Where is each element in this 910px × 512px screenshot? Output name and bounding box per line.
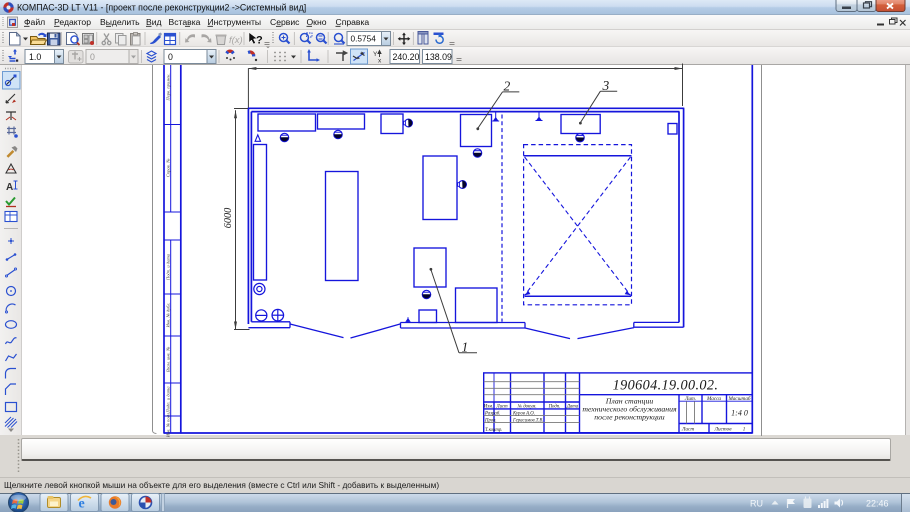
svg-text:Куров А.О.: Куров А.О. [512, 412, 535, 417]
svg-text:1:4 0: 1:4 0 [731, 409, 748, 418]
svg-text:Взам. инв. №: Взам. инв. № [165, 346, 170, 372]
svg-text:Вид: Вид [146, 17, 162, 27]
svg-text:190604.19.00.02.: 190604.19.00.02. [613, 378, 719, 394]
svg-text:Инв. № подл.: Инв. № подл. [165, 412, 170, 438]
svg-text:КОМПАС-3D LT V11 - [проект пос: КОМПАС-3D LT V11 - [проект после реконст… [17, 3, 306, 13]
svg-text:Пров.: Пров. [484, 418, 497, 423]
svg-text:0: 0 [168, 52, 173, 62]
svg-text:6000: 6000 [223, 208, 234, 228]
svg-text:1: 1 [462, 339, 469, 354]
svg-text:Инструменты: Инструменты [208, 17, 262, 27]
svg-text:Лист: Лист [495, 405, 508, 410]
svg-text:Масштаб: Масштаб [727, 395, 750, 402]
svg-text:Файл: Файл [24, 17, 45, 27]
svg-text:22:46: 22:46 [866, 499, 889, 509]
svg-text:Разраб.: Разраб. [484, 412, 500, 417]
svg-text:Окно: Окно [307, 17, 327, 27]
svg-text:Герасимов.Т.В.: Герасимов.Т.В. [512, 418, 543, 423]
svg-text:Масса: Масса [706, 396, 721, 402]
svg-text:Сервис: Сервис [270, 17, 300, 27]
svg-text:RU: RU [750, 499, 763, 509]
svg-text:0: 0 [90, 52, 95, 62]
svg-text:Подп. и дата: Подп. и дата [165, 253, 170, 281]
svg-text:Подп.: Подп. [548, 405, 561, 410]
svg-text:Справка: Справка [336, 17, 370, 27]
svg-text:Дата: Дата [566, 405, 579, 410]
svg-text:после реконструкции: после реконструкции [594, 413, 665, 422]
svg-text:№ докум.: № докум. [516, 404, 536, 410]
svg-text:Редактор: Редактор [54, 17, 91, 27]
svg-text:Инв. № дубл.: Инв. № дубл. [165, 302, 170, 328]
svg-text:Вставка: Вставка [169, 17, 201, 27]
svg-text:Лист: Лист [681, 427, 694, 433]
svg-text:Изм.: Изм. [483, 405, 493, 410]
svg-text:138.09: 138.09 [425, 52, 452, 62]
svg-text:Т.контр.: Т.контр. [485, 428, 502, 433]
svg-text:Подп. и дата: Подп. и дата [165, 386, 170, 414]
svg-text:0.5754: 0.5754 [351, 34, 377, 44]
svg-text:?: ? [256, 35, 263, 47]
svg-text:f(x): f(x) [229, 35, 243, 46]
svg-text:x: x [378, 58, 382, 65]
svg-text:2: 2 [504, 79, 511, 94]
svg-text:1: 1 [743, 427, 746, 433]
svg-text:A: A [6, 182, 13, 193]
svg-text:Лит.: Лит. [684, 396, 696, 402]
svg-text:Перв. примен.: Перв. примен. [165, 73, 170, 101]
svg-text:1.0: 1.0 [29, 52, 41, 62]
svg-text:Справ. №: Справ. № [165, 158, 170, 177]
svg-text:Выделить: Выделить [100, 17, 140, 27]
svg-text:3: 3 [602, 78, 610, 93]
svg-text:240.20: 240.20 [393, 52, 420, 62]
svg-text:Листов: Листов [713, 427, 732, 433]
